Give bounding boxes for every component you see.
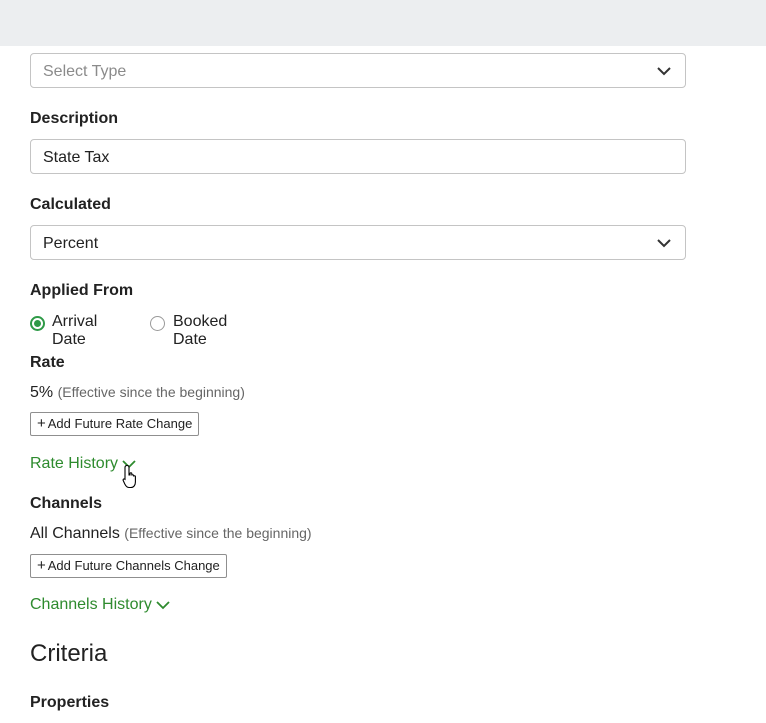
description-input-value: State Tax — [43, 149, 110, 166]
add-future-rate-change-label: Add Future Rate Change — [47, 416, 193, 431]
rate-effective-note: (Effective since the beginning) — [57, 384, 245, 400]
add-future-channels-change-label: Add Future Channels Change — [47, 558, 220, 573]
description-input[interactable]: State Tax — [30, 139, 686, 174]
rate-value: 5% — [30, 384, 54, 401]
channels-effective-note: (Effective since the beginning) — [124, 525, 312, 541]
rate-value-line: 5% (Effective since the beginning) — [30, 384, 245, 402]
calculated-select-value: Percent — [43, 235, 99, 252]
channels-label: Channels — [30, 495, 103, 512]
rate-history-label: Rate History — [30, 455, 119, 472]
plus-icon: + — [37, 557, 46, 574]
type-select-placeholder: Select Type — [43, 63, 127, 80]
description-label: Description — [30, 110, 119, 127]
applied-from-label: Applied From — [30, 282, 134, 299]
properties-label: Properties — [30, 694, 110, 711]
add-future-channels-change-button[interactable]: + Add Future Channels Change — [30, 554, 227, 578]
rate-history-link[interactable]: Rate History — [30, 455, 136, 473]
plus-icon: + — [37, 415, 46, 432]
add-future-rate-change-button[interactable]: + Add Future Rate Change — [30, 412, 200, 436]
chevron-down-icon — [657, 67, 671, 76]
arrival-date-label[interactable]: Arrival Date — [52, 313, 97, 349]
arrival-date-radio[interactable] — [30, 316, 45, 331]
top-bar — [0, 0, 766, 46]
channels-history-label: Channels History — [30, 596, 152, 613]
hand-pointer-cursor-icon — [122, 464, 136, 489]
calculated-select[interactable]: Percent — [30, 225, 686, 260]
type-select[interactable]: Select Type — [30, 53, 686, 88]
channels-value-line: All Channels (Effective since the beginn… — [30, 525, 312, 543]
booked-date-label[interactable]: Booked Date — [173, 313, 227, 349]
chevron-down-icon — [657, 239, 671, 248]
chevron-down-icon — [156, 601, 170, 610]
channels-value: All Channels — [30, 525, 120, 542]
calculated-label: Calculated — [30, 196, 111, 213]
criteria-heading: Criteria — [30, 640, 108, 667]
rate-label: Rate — [30, 354, 65, 371]
booked-date-radio[interactable] — [150, 316, 165, 331]
channels-history-link[interactable]: Channels History — [30, 596, 170, 614]
